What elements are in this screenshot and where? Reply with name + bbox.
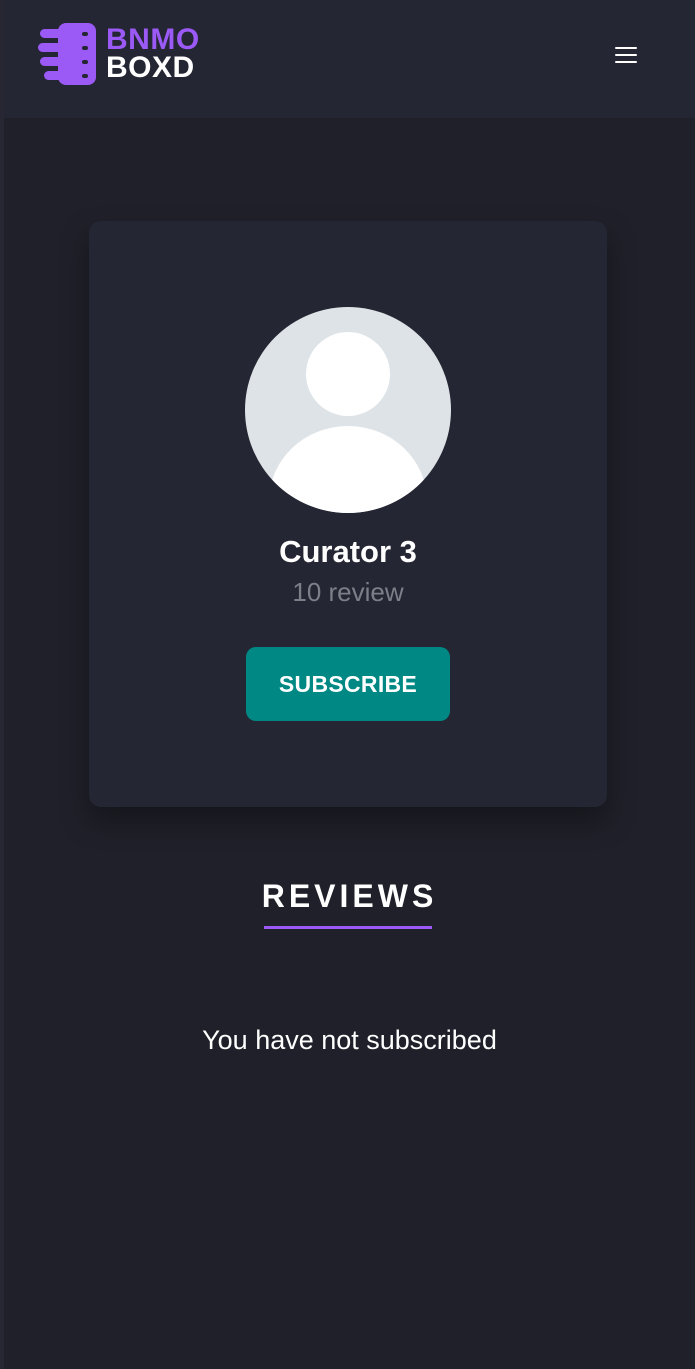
menu-line bbox=[615, 54, 637, 56]
avatar bbox=[245, 307, 451, 513]
review-count: 10 review bbox=[292, 577, 404, 607]
menu-line bbox=[615, 61, 637, 63]
avatar-head bbox=[306, 332, 390, 416]
reviews-heading: REVIEWS bbox=[261, 878, 438, 914]
profile-name: Curator 3 bbox=[279, 534, 417, 569]
avatar-body bbox=[269, 426, 427, 513]
subscribe-button[interactable]: SUBSCRIBE bbox=[246, 647, 450, 721]
hamburger-icon[interactable] bbox=[615, 44, 637, 66]
profile-card: Curator 3 10 review SUBSCRIBE bbox=[89, 221, 607, 807]
reviews-heading-underline bbox=[264, 926, 432, 929]
logo-icon bbox=[38, 23, 96, 85]
empty-state-message: You have not subscribed bbox=[202, 1025, 497, 1055]
brand-logo[interactable]: BNMO BOXD bbox=[38, 22, 200, 86]
app-header: BNMO BOXD bbox=[4, 0, 695, 118]
logo-text-bottom: BOXD bbox=[106, 51, 195, 84]
menu-line bbox=[615, 47, 637, 49]
page: BNMO BOXD Curator 3 10 review SUBSCRIBE … bbox=[0, 0, 695, 1369]
logo-text-top: BNMO bbox=[106, 23, 200, 56]
logo-wordmark: BNMO BOXD bbox=[106, 23, 200, 84]
